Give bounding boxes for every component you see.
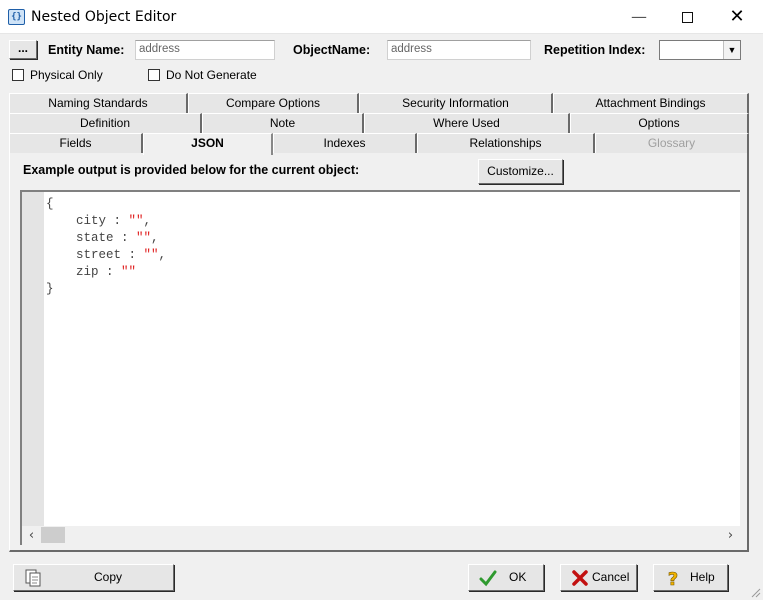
scroll-right-icon[interactable]: › — [721, 526, 740, 545]
physical-only-checkbox[interactable]: Physical Only — [12, 68, 103, 82]
code-line: city : "", — [46, 213, 166, 230]
tab-row-2: Definition Note Where Used Options — [9, 113, 749, 133]
code-value: "" — [121, 265, 137, 279]
minimize-button[interactable]: — — [616, 0, 662, 34]
code-punct: , — [158, 248, 167, 262]
copy-icon — [25, 569, 41, 587]
do-not-generate-label: Do Not Generate — [166, 68, 257, 82]
do-not-generate-box[interactable] — [148, 69, 160, 81]
code-key: street : — [46, 248, 144, 262]
code-line: state : "", — [46, 230, 166, 247]
copy-button[interactable]: Copy — [13, 564, 174, 591]
code-line: { — [46, 197, 54, 211]
tab-definition[interactable]: Definition — [9, 113, 202, 133]
scroll-left-icon[interactable]: ‹ — [22, 526, 41, 545]
tab-indexes[interactable]: Indexes — [273, 133, 417, 153]
browse-entity-button[interactable]: ... — [9, 40, 37, 59]
tab-glossary: Glossary — [595, 133, 749, 153]
title-bar: {} Nested Object Editor — ✕ — [0, 0, 763, 34]
help-button[interactable]: ? Help — [653, 564, 728, 591]
scrollbar-thumb[interactable] — [41, 527, 65, 543]
ok-button[interactable]: OK — [468, 564, 544, 591]
entity-name-field[interactable]: address — [135, 40, 275, 60]
tab-json[interactable]: JSON — [143, 133, 273, 155]
json-code: { city : "", state : "", street : "", zi… — [46, 196, 166, 298]
chevron-down-icon[interactable]: ▼ — [723, 41, 740, 59]
json-code-viewer[interactable]: { city : "", state : "", street : "", zi… — [20, 190, 740, 545]
physical-only-box[interactable] — [12, 69, 24, 81]
code-key: state : — [46, 231, 137, 245]
tab-options[interactable]: Options — [570, 113, 749, 133]
copy-label: Copy — [94, 570, 123, 584]
example-output-label: Example output is provided below for the… — [23, 163, 360, 177]
repetition-index-label: Repetition Index: — [544, 43, 646, 57]
code-value: "" — [136, 231, 152, 245]
close-button[interactable]: ✕ — [714, 0, 760, 34]
code-punct: , — [151, 231, 159, 245]
tab-row-3: Fields JSON Indexes Relationships Glossa… — [9, 133, 749, 155]
tab-relationships[interactable]: Relationships — [417, 133, 595, 153]
svg-text:?: ? — [668, 569, 678, 587]
ok-label: OK — [509, 570, 527, 584]
tab-note[interactable]: Note — [202, 113, 364, 133]
tab-naming-standards[interactable]: Naming Standards — [9, 93, 188, 113]
cancel-button[interactable]: Cancel — [560, 564, 637, 591]
tab-where-used[interactable]: Where Used — [364, 113, 570, 133]
check-icon — [479, 570, 497, 587]
maximize-icon — [681, 12, 693, 23]
window-title: Nested Object Editor — [31, 9, 177, 25]
cancel-label: Cancel — [592, 570, 630, 584]
do-not-generate-checkbox[interactable]: Do Not Generate — [148, 68, 257, 82]
code-line: street : "", — [46, 247, 166, 264]
cancel-x-icon — [572, 570, 588, 586]
object-name-label: ObjectName: — [293, 43, 371, 57]
maximize-button[interactable] — [664, 0, 710, 34]
physical-only-label: Physical Only — [30, 68, 103, 82]
code-value: "" — [128, 214, 144, 228]
resize-grip-icon[interactable] — [749, 586, 761, 598]
horizontal-scrollbar[interactable]: ‹ › — [22, 526, 740, 545]
tab-compare-options[interactable]: Compare Options — [188, 93, 359, 113]
entity-name-label: Entity Name: — [48, 43, 125, 57]
help-label: Help — [690, 570, 715, 584]
customize-button[interactable]: Customize... — [478, 159, 563, 184]
code-line: } — [46, 282, 54, 296]
tab-row-1: Naming Standards Compare Options Securit… — [9, 93, 749, 113]
object-name-field[interactable]: address — [387, 40, 531, 60]
code-gutter — [22, 192, 44, 526]
code-punct: , — [143, 214, 152, 228]
tab-attachment-bindings[interactable]: Attachment Bindings — [553, 93, 749, 113]
code-value: "" — [143, 248, 159, 262]
code-key: city : — [46, 214, 129, 228]
code-line: zip : "" — [46, 264, 166, 281]
repetition-index-select[interactable]: ▼ — [659, 40, 741, 60]
tab-security-information[interactable]: Security Information — [359, 93, 553, 113]
object-editor-icon: {} — [8, 9, 25, 25]
help-question-icon: ? — [667, 569, 678, 587]
tab-fields[interactable]: Fields — [9, 133, 143, 153]
code-key: zip : — [46, 265, 122, 279]
